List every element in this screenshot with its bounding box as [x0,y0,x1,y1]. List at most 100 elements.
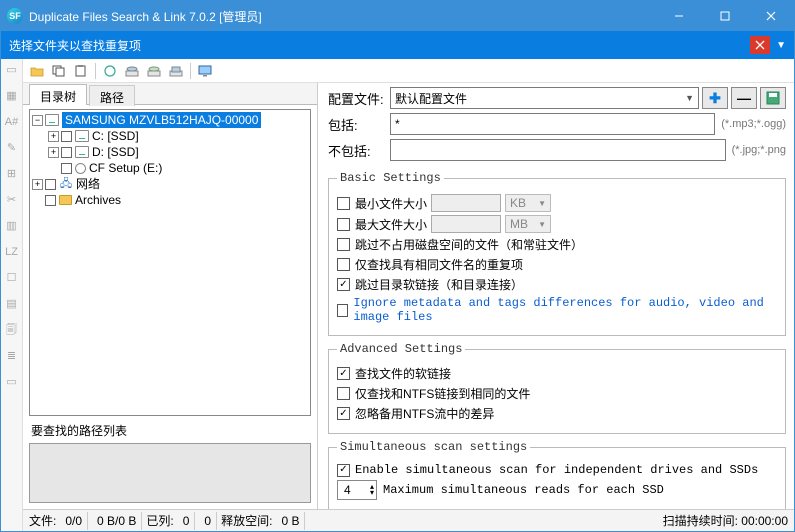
app-icon: SF [7,8,23,24]
profile-remove-button[interactable]: — [731,87,757,109]
tree-row-d[interactable]: + D: [SSD] [30,144,310,160]
statusbar: 文件: 0/0 0 B/0 B 已列: 0 0 释放空间: 0 B 扫描持续时间… [23,509,794,531]
ignore-backup-checkbox[interactable] [337,407,350,420]
rail-icon-2[interactable]: ▦ [5,89,19,103]
tree-collapse-icon[interactable]: − [32,115,43,126]
status-free-val: 0 B [276,512,305,530]
folder-icon [59,195,72,205]
tb-disk3-icon[interactable] [166,61,186,81]
skip-zero-checkbox[interactable] [337,238,350,251]
max-size-input[interactable] [431,215,501,233]
tab-path[interactable]: 路径 [89,85,135,106]
right-pane: 配置文件: 默认配置文件 ▼ ✚ — 包括: (*.mp3;*.ogg) [318,83,794,509]
status-listed-label: 已列: [146,512,173,529]
status-files-label: 文件: [29,512,56,529]
min-size-label: 最小文件大小 [355,195,427,212]
profile-save-button[interactable] [760,87,786,109]
checkbox[interactable] [45,195,56,206]
directory-tree[interactable]: − SAMSUNG MZVLB512HAJQ-00000 + C: [SSD] … [29,109,311,416]
same-ntfs-checkbox[interactable] [337,387,350,400]
min-size-unit[interactable]: KB▼ [505,194,551,212]
tree-root-row[interactable]: − SAMSUNG MZVLB512HAJQ-00000 [30,112,310,128]
tb-monitor-icon[interactable] [195,61,215,81]
same-name-checkbox[interactable] [337,258,350,271]
find-soft-label: 查找文件的软链接 [355,365,451,382]
tree-label-arc: Archives [75,192,121,208]
minimize-button[interactable] [656,1,702,31]
skip-symlink-checkbox[interactable] [337,278,350,291]
profile-value: 默认配置文件 [395,90,467,107]
checkbox[interactable] [61,163,72,174]
path-list-label: 要查找的路径列表 [23,420,317,441]
min-size-input[interactable] [431,194,501,212]
rail-icon-lz[interactable]: LZ [5,245,19,259]
status-listed-n: 0 [178,512,196,530]
cd-icon [75,163,86,174]
include-label: 包括: [328,115,390,134]
toolbar [23,59,794,83]
checkbox[interactable] [45,179,56,190]
rail-icon-1[interactable]: ▭ [5,63,19,77]
rail-icon-3[interactable]: A# [5,115,19,129]
rail-icon-11[interactable]: ≣ [5,349,19,363]
path-list-box[interactable] [29,443,311,503]
tb-paste-icon[interactable] [71,61,91,81]
tb-open-icon[interactable] [27,61,47,81]
tb-disk2-icon[interactable] [144,61,164,81]
tree-label-net: 网络 [76,176,100,192]
profile-add-button[interactable]: ✚ [702,87,728,109]
sim-legend: Simultaneous scan settings [337,440,530,454]
include-input[interactable] [390,113,715,135]
tree-row-net[interactable]: + 🖧 网络 [30,176,310,192]
skip-zero-label: 跳过不占用磁盘空间的文件（和常驻文件） [355,236,583,253]
max-size-unit[interactable]: MB▼ [505,215,551,233]
panel-close-button[interactable] [750,36,770,54]
rail-icon-5[interactable]: ⊞ [5,167,19,181]
rail-icon-4[interactable]: ✎ [5,141,19,155]
tree-row-e[interactable]: CF Setup (E:) [30,160,310,176]
maximize-button[interactable] [702,1,748,31]
close-button[interactable] [748,1,794,31]
panel-dropdown-icon[interactable]: ▼ [776,40,786,51]
checkbox[interactable] [61,147,72,158]
find-soft-checkbox[interactable] [337,367,350,380]
subheader: 选择文件夹以查找重复项 ▼ [1,31,794,59]
rail-icon-6[interactable]: ✂ [5,193,19,207]
left-pane: 目录树 路径 − SAMSUNG MZVLB512HAJQ-00000 + [23,83,318,509]
profile-label: 配置文件: [328,89,390,108]
tb-refresh-icon[interactable] [100,61,120,81]
tree-row-arc[interactable]: Archives [30,192,310,208]
min-size-checkbox[interactable] [337,197,350,210]
exclude-label: 不包括: [328,141,390,160]
tab-tree[interactable]: 目录树 [29,84,87,105]
include-hint: (*.mp3;*.ogg) [721,118,786,130]
ignore-meta-checkbox[interactable] [337,304,348,317]
sim-enable-checkbox[interactable] [337,464,350,477]
tb-disk1-icon[interactable] [122,61,142,81]
status-bytes: 0 B/0 B [92,512,142,530]
max-size-checkbox[interactable] [337,218,350,231]
rail-icon-10[interactable]: 🗐 [5,323,19,337]
tree-label-c: C: [SSD] [92,128,139,144]
expand-icon[interactable]: + [48,147,59,158]
rail-icon-8[interactable]: ☐ [5,271,19,285]
rail-icon-12[interactable]: ▭ [5,375,19,389]
rail-icon-9[interactable]: ▤ [5,297,19,311]
tree-row-c[interactable]: + C: [SSD] [30,128,310,144]
status-free-label: 释放空间: [221,512,272,529]
sim-count-spinner[interactable]: 4▴▾ [337,480,377,500]
sim-max-reads-label: Maximum simultaneous reads for each SSD [383,483,664,497]
expand-icon[interactable]: + [48,131,59,142]
exclude-input[interactable] [390,139,726,161]
rail-icon-7[interactable]: ▥ [5,219,19,233]
sim-enable-label: Enable simultaneous scan for independent… [355,463,758,477]
tree-root-label: SAMSUNG MZVLB512HAJQ-00000 [62,112,261,128]
ignore-meta-label: Ignore metadata and tags differences for… [353,296,777,324]
drive-icon [45,114,59,126]
profile-combo[interactable]: 默认配置文件 ▼ [390,87,699,109]
drive-icon [75,146,89,158]
expand-icon[interactable]: + [32,179,43,190]
max-size-label: 最大文件大小 [355,216,427,233]
checkbox[interactable] [61,131,72,142]
tb-copy-icon[interactable] [49,61,69,81]
